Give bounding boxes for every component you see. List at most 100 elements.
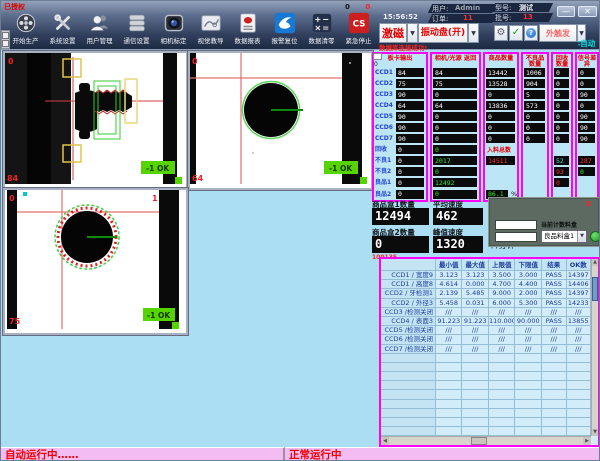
results-row[interactable]: CCD3 /检测关闭////////////////// [381,308,591,317]
svg-text:CS: CS [352,20,365,30]
results-empty-cell [436,409,463,418]
results-horizontal-scrollbar[interactable]: ◀ ▶ [381,436,591,445]
model-label: 型号: [495,3,511,13]
vibrator-dropdown-arrow-icon[interactable]: ▼ [468,23,479,43]
results-empty-cell [436,381,463,390]
stats-value-box: 0 [524,112,545,121]
results-row[interactable]: CCD7 /检测关闭////////////////// [381,345,591,354]
results-cell: 4.614 [436,280,463,289]
results-empty-cell [489,400,516,409]
counter-input-1[interactable] [495,220,537,230]
close-button[interactable]: ✕ [578,6,597,17]
results-cell: /// [436,345,463,354]
toolbar-item-comm-settings[interactable]: 通信设置 [118,12,155,45]
results-cell: 6.000 [489,299,516,308]
vscroll-thumb[interactable] [592,277,598,301]
toolbar-item-system-settings[interactable]: 系统设置 [44,12,81,45]
toolbar-item-data-report[interactable]: 数据报表 [229,12,266,45]
results-row[interactable]: CCD1 / 高度84.6140.0004.7004.400PASS14406 [381,280,591,289]
excite-dropdown-arrow-icon[interactable]: ▼ [407,23,418,43]
results-cell: /// [567,326,592,335]
results-empty-cell [462,354,489,363]
stats-cell: 64 [432,100,479,111]
stats-column-body: CCD1CCD2CCD3CCD4CCD5CCD6CCD7回收不良1不良2良品1良… [374,67,426,200]
stats-cell [523,166,547,177]
results-vertical-scrollbar[interactable]: ▲ ▼ [591,259,598,436]
results-empty-cell [567,400,592,409]
results-cell: /// [489,326,516,335]
camera2-top-left-count: 0 [192,57,198,66]
results-cell: /// [515,308,542,317]
toolbar-item-user-management[interactable]: 用户管理 [81,12,118,45]
results-row[interactable]: CCD6 /检测关闭////////////////// [381,335,591,344]
counter-status-led-icon [590,231,600,242]
stats-row-label: CCD5 [374,111,395,122]
toolbar-item-start-production[interactable]: 开始生产 [7,12,44,45]
counter-tray-select[interactable]: 良品料盒1 ▼ [541,230,587,243]
camera2-result-text: -1 OK [329,164,353,173]
excite-button[interactable]: 激磁 [379,23,407,43]
results-empty-cell [567,381,592,390]
help-icon: ? [526,28,536,38]
stats-value-box: 90 [578,90,595,99]
results-cell: 90.000 [515,317,542,326]
results-row[interactable]: CCD2 / 外径35.4580.0316.0005.300PASS14233 [381,299,591,308]
results-row[interactable]: CCD2 / 牙检测12.1395.4859.0002.000PASS14397 [381,289,591,298]
stats-cell: 75 [432,78,479,89]
scroll-left-icon[interactable]: ◀ [381,437,389,445]
toolbar-item-camera-calibration[interactable]: 相机标定 [155,12,192,45]
scroll-up-icon[interactable]: ▲ [592,259,598,266]
results-row[interactable]: CCD4 / 表面391.22391.223110.00090.000PASS1… [381,317,591,326]
vibrator-button[interactable]: 振动盘(开) [418,23,468,43]
stats-row-label: CCD2 [374,78,395,89]
toolbar-item-vision-teach[interactable]: 视觉教导 [192,12,229,45]
results-empty-cell [462,390,489,399]
results-row-label: CCD5 /检测关闭 [381,326,436,335]
results-cell: 0.000 [462,280,489,289]
results-empty-cell [381,390,436,399]
results-row[interactable]: CCD5 /检测关闭////////////////// [381,326,591,335]
check-button[interactable]: ✓ [509,25,523,41]
toolbar-item-data-clear[interactable]: +−×=数据清零 [303,12,340,45]
stats-cell: 14511 [485,155,517,166]
stats-column-1: 板卡输出CCD1CCD2CCD3CCD4CCD5CCD6CCD7回收不良1不良2… [372,52,428,202]
results-empty-cell [489,381,516,390]
hscroll-thumb[interactable] [471,437,487,445]
external-trigger-select[interactable]: 外触发 [539,24,577,42]
toolbar-item-emergency-stop[interactable]: CS紧急停止 [340,12,377,45]
toolbar-item-alarm-reset[interactable]: 报警复位 [266,12,303,45]
results-cell: 5.458 [436,299,463,308]
stats-value-box: 0 [433,134,477,143]
counter-input-2[interactable] [495,232,537,242]
results-empty-cell [542,427,567,436]
results-cell: 14233 [567,299,592,308]
results-header-cell: 最大值 [462,259,489,271]
stats-cell: 5 [523,89,547,100]
results-cell: PASS [542,289,567,298]
stats-cell [523,155,547,166]
stats-column-2: 相机/光源 返回8475064000020170124920 [430,52,481,202]
results-empty-cell [436,372,463,381]
scroll-right-icon[interactable]: ▶ [583,437,591,445]
results-empty-cell [567,390,592,399]
camera-view-2[interactable]: 0 64 -1 OK [188,51,373,190]
camera-view-3[interactable]: 0 1 75 -1 OK [3,188,188,335]
scroll-down-icon[interactable]: ▼ [592,429,598,436]
results-header-cell: OK数 [567,259,592,271]
help-button[interactable]: ? [524,25,538,41]
avg-speed-value: 462 [433,208,483,225]
users-icon [89,12,111,34]
minimize-button[interactable]: — [557,6,575,17]
order-value: 11 [463,14,473,22]
stats-cell: 0 [577,67,597,78]
results-cell: /// [515,345,542,354]
results-cell: /// [542,308,567,317]
results-row[interactable]: CCD1 / 宽度93.1233.1233.5003.000PASS14397 [381,271,591,280]
stats-cell: 0 [485,111,517,122]
gear-button[interactable]: ⚙ [494,25,508,41]
server-icon [126,12,148,34]
camera-view-1[interactable]: 0 84 -1 OK [3,51,188,190]
stats-value-box: 64 [396,101,424,110]
stats-value-box: 75 [433,79,477,88]
stats-cell: 0 [577,166,597,177]
